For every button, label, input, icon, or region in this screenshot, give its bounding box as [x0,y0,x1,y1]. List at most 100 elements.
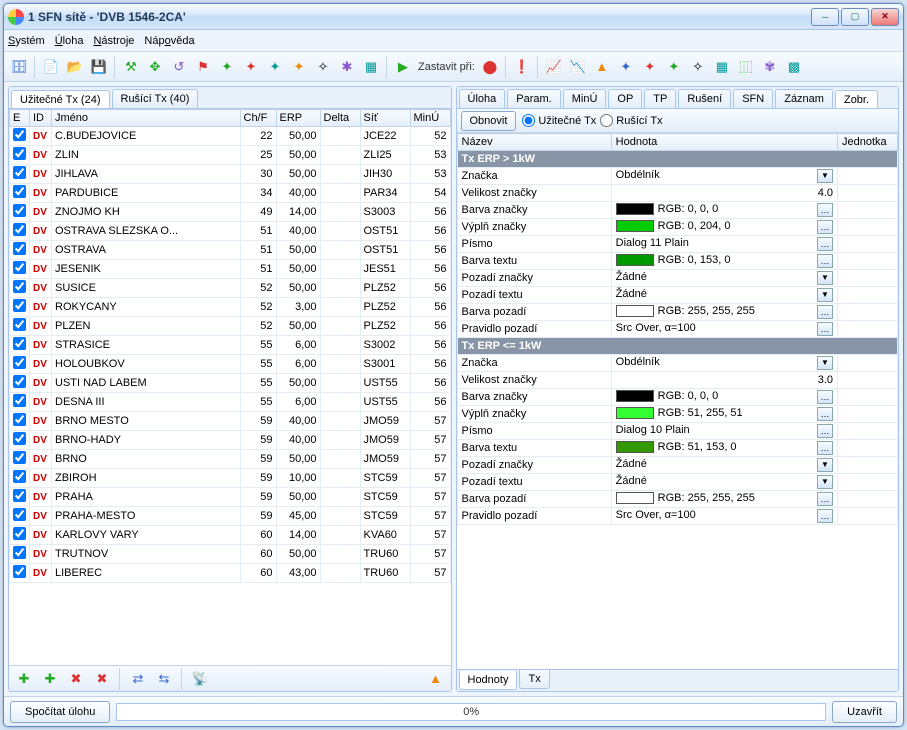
cell-enable[interactable] [10,450,30,469]
row-checkbox[interactable] [13,261,26,274]
cell-enable[interactable] [10,564,30,583]
prop-row[interactable]: Barva textuRGB: 0, 153, 0… [457,253,898,270]
prop-value[interactable]: RGB: 51, 153, 0… [611,440,837,457]
row-checkbox[interactable] [13,166,26,179]
prop-value[interactable]: Obdélník▼ [611,355,837,372]
cell-enable[interactable] [10,336,30,355]
table-row[interactable]: DVUSTI NAD LABEM5550,00UST5556 [10,374,451,393]
table-row[interactable]: DVHOLOUBKOV556,00S300156 [10,355,451,374]
db-icon[interactable]: 🗄 [8,56,30,78]
ov5-icon[interactable]: ▦ [711,56,733,78]
cell-enable[interactable] [10,545,30,564]
row-checkbox[interactable] [13,527,26,540]
row-checkbox[interactable] [13,413,26,426]
row-checkbox[interactable] [13,356,26,369]
props-scroll[interactable]: Název Hodnota Jednotka Tx ERP > 1kWZnačk… [457,133,899,669]
prop-row[interactable]: ZnačkaObdélník▼ [457,168,898,185]
cell-enable[interactable] [10,469,30,488]
prop-value[interactable]: Src Over, α=100… [611,508,837,525]
row-checkbox[interactable] [13,546,26,559]
chart1-icon[interactable]: 📈 [543,56,565,78]
prop-value[interactable]: RGB: 51, 255, 51… [611,406,837,423]
ellipsis-icon[interactable]: … [817,509,833,523]
prop-value[interactable]: Src Over, α=100… [611,321,837,338]
row-checkbox[interactable] [13,508,26,521]
col-delta[interactable]: Delta [320,110,360,127]
row-checkbox[interactable] [13,242,26,255]
warn-icon[interactable]: ❗ [511,56,533,78]
tab-useful-tx[interactable]: Užitečné Tx (24) [11,90,110,109]
prop-row[interactable]: Výplň značkyRGB: 0, 204, 0… [457,219,898,236]
minimize-button[interactable]: ─ [811,8,839,26]
cell-enable[interactable] [10,393,30,412]
tool10-icon[interactable]: ▦ [360,56,382,78]
tool3-icon[interactable]: ↺ [168,56,190,78]
prop-row[interactable]: Pozadí textuŽádné▼ [457,474,898,491]
table-row[interactable]: DVOSTRAVA SLEZSKA O...5140,00OST5156 [10,222,451,241]
prop-value[interactable]: Žádné▼ [611,287,837,304]
pcol-unit[interactable]: Jednotka [838,134,898,151]
ellipsis-icon[interactable]: … [817,492,833,506]
col-chf[interactable]: Ch/F [240,110,276,127]
prop-value[interactable]: Žádné▼ [611,457,837,474]
add2-icon[interactable]: ✚ [39,668,61,690]
cell-enable[interactable] [10,279,30,298]
table-row[interactable]: DVC.BUDEJOVICE2250,00JCE2252 [10,127,451,146]
row-checkbox[interactable] [13,128,26,141]
prop-row[interactable]: PísmoDialog 10 Plain… [457,423,898,440]
ellipsis-icon[interactable]: … [817,237,833,251]
prop-row[interactable]: Pozadí značkyŽádné▼ [457,270,898,287]
peak2-icon[interactable]: ▲ [425,668,447,690]
tool1-icon[interactable]: ⚒ [120,56,142,78]
row-checkbox[interactable] [13,147,26,160]
filter-icon[interactable]: ⚑ [192,56,214,78]
row-checkbox[interactable] [13,432,26,445]
row-checkbox[interactable] [13,337,26,350]
ellipsis-icon[interactable]: … [817,254,833,268]
tool2-icon[interactable]: ✥ [144,56,166,78]
table-row[interactable]: DVBRNO5950,00JMO5957 [10,450,451,469]
row-checkbox[interactable] [13,204,26,217]
prop-row[interactable]: Velikost značky4.0 [457,185,898,202]
dropdown-icon[interactable]: ▼ [817,169,833,183]
prop-row[interactable]: Pravidlo pozadíSrc Over, α=100… [457,321,898,338]
table-row[interactable]: DVLIBEREC6043,00TRU6057 [10,564,451,583]
cell-enable[interactable] [10,526,30,545]
menu-system[interactable]: Systém [8,35,45,47]
bars-icon[interactable]: ⿲ [735,56,757,78]
stop-icon[interactable]: ⬤ [479,56,501,78]
remove-icon[interactable]: ✖ [65,668,87,690]
maximize-button[interactable]: ▢ [841,8,869,26]
prop-value[interactable]: RGB: 0, 0, 0… [611,202,837,219]
row-checkbox[interactable] [13,470,26,483]
move-left-icon[interactable]: ⇄ [127,668,149,690]
tab-sfn[interactable]: SFN [733,89,773,108]
pcol-value[interactable]: Hodnota [611,134,837,151]
cell-enable[interactable] [10,260,30,279]
col-minu[interactable]: MinÚ [410,110,450,127]
tab-tp[interactable]: TP [644,89,676,108]
table-row[interactable]: DVPLZEN5250,00PLZ5256 [10,317,451,336]
row-checkbox[interactable] [13,375,26,388]
prop-row[interactable]: PísmoDialog 11 Plain… [457,236,898,253]
tab-záznam[interactable]: Záznam [775,89,833,108]
ov2-icon[interactable]: ✦ [639,56,661,78]
prop-row[interactable]: ZnačkaObdélník▼ [457,355,898,372]
dropdown-icon[interactable]: ▼ [817,475,833,489]
cell-enable[interactable] [10,184,30,203]
dropdown-icon[interactable]: ▼ [817,271,833,285]
prop-row[interactable]: Barva pozadíRGB: 255, 255, 255… [457,491,898,508]
cell-enable[interactable] [10,203,30,222]
cell-enable[interactable] [10,298,30,317]
prop-value[interactable]: Dialog 10 Plain… [611,423,837,440]
tab-zobr[interactable]: Zobr. [835,90,878,109]
ellipsis-icon[interactable]: … [817,220,833,234]
open-icon[interactable]: 📂 [64,56,86,78]
tab-tx[interactable]: Tx [519,670,549,689]
tool4-icon[interactable]: ✦ [216,56,238,78]
prop-value[interactable]: Obdélník▼ [611,168,837,185]
ov3-icon[interactable]: ✦ [663,56,685,78]
antenna-icon[interactable]: 📡 [189,668,211,690]
table-row[interactable]: DVSTRASICE556,00S300256 [10,336,451,355]
menu-task[interactable]: Úloha [55,35,84,47]
